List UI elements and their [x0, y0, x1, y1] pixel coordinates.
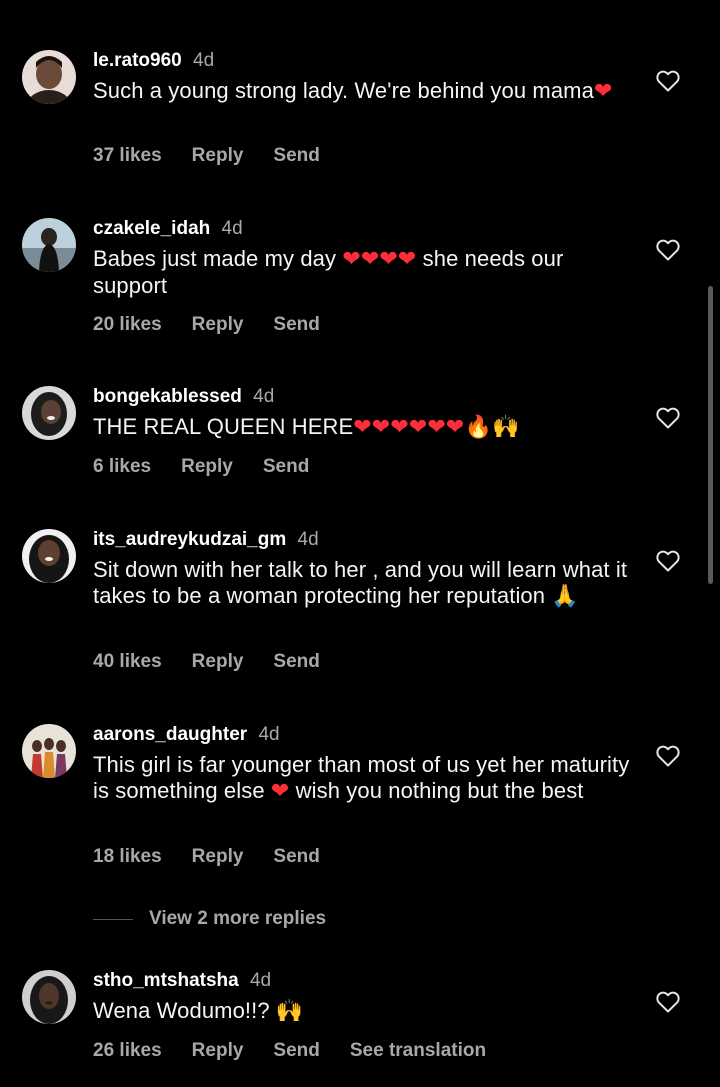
username[interactable]: stho_mtshatsha	[93, 970, 239, 991]
likes-count[interactable]: 26 likes	[93, 1040, 162, 1062]
reply-button[interactable]: Reply	[181, 456, 233, 478]
timestamp: 4d	[249, 970, 272, 991]
comment-actions: 18 likes Reply Send	[93, 846, 320, 868]
likes-count[interactable]: 40 likes	[93, 651, 162, 673]
timestamp: 4d	[297, 529, 319, 550]
heart-emoji: ❤	[270, 779, 290, 804]
likes-count[interactable]: 6 likes	[93, 456, 151, 478]
timestamp: 4d	[258, 724, 280, 745]
comment-actions: 40 likes Reply Send	[93, 651, 320, 673]
username[interactable]: le.rato960	[93, 50, 182, 71]
heart-icon[interactable]	[656, 550, 680, 572]
timestamp: 4d	[253, 386, 275, 407]
raising-hands-emoji: 🙌	[275, 999, 304, 1024]
comment-body: czakele_idah 4d Babes just made my day ❤…	[93, 218, 633, 299]
reply-button[interactable]: Reply	[192, 1040, 244, 1062]
heart-icon[interactable]	[656, 991, 680, 1013]
comment-text: Such a young strong lady. We're behind y…	[93, 78, 613, 104]
send-button[interactable]: Send	[273, 651, 319, 673]
comment-body: aarons_daughter 4d This girl is far youn…	[93, 724, 633, 805]
reply-button[interactable]: Reply	[192, 651, 244, 673]
comment-actions: 6 likes Reply Send	[93, 456, 309, 478]
comment-body: bongekablessed 4d THE REAL QUEEN HERE❤❤❤…	[93, 386, 633, 441]
username[interactable]: czakele_idah	[93, 218, 210, 239]
likes-count[interactable]: 20 likes	[93, 314, 162, 336]
comment-text: THE REAL QUEEN HERE❤❤❤❤❤❤🔥🙌	[93, 414, 520, 440]
divider-line	[93, 918, 133, 920]
see-translation-button[interactable]: See translation	[350, 1040, 486, 1062]
comment-actions: 37 likes Reply Send	[93, 145, 320, 167]
avatar[interactable]	[22, 386, 76, 440]
reply-button[interactable]: Reply	[192, 314, 244, 336]
heart-icon[interactable]	[656, 407, 680, 429]
comment-text: Wena Wodumo!!? 🙌	[93, 998, 304, 1024]
comment-actions: 20 likes Reply Send	[93, 314, 320, 336]
avatar[interactable]	[22, 529, 76, 583]
comment-body: stho_mtshatsha 4d Wena Wodumo!!? 🙌	[93, 970, 633, 1025]
praying-hands-emoji: 🙏	[551, 584, 579, 609]
username[interactable]: its_audreykudzai_gm	[93, 529, 286, 550]
heart-emoji: ❤	[593, 79, 613, 104]
send-button[interactable]: Send	[273, 145, 319, 167]
likes-count[interactable]: 37 likes	[93, 145, 162, 167]
reply-button[interactable]: Reply	[192, 145, 244, 167]
heart-emoji: ❤❤❤❤	[342, 247, 417, 272]
comment-text: This girl is far younger than most of us…	[93, 752, 630, 804]
send-button[interactable]: Send	[263, 456, 309, 478]
heart-icon[interactable]	[656, 70, 680, 92]
comments-screen: le.rato960 4d Such a young strong lady. …	[0, 0, 720, 1087]
comment-text: Babes just made my day ❤❤❤❤ she needs ou…	[93, 246, 564, 298]
comment-body: its_audreykudzai_gm 4d Sit down with her…	[93, 529, 633, 610]
avatar[interactable]	[22, 218, 76, 272]
scrollbar[interactable]	[708, 286, 713, 584]
reply-button[interactable]: Reply	[192, 846, 244, 868]
heart-icon[interactable]	[656, 745, 680, 767]
heart-icon[interactable]	[656, 239, 680, 261]
likes-count[interactable]: 18 likes	[93, 846, 162, 868]
view-more-label: View 2 more replies	[149, 908, 327, 929]
username[interactable]: bongekablessed	[93, 386, 242, 407]
comment-body: le.rato960 4d Such a young strong lady. …	[93, 50, 633, 105]
timestamp: 4d	[193, 50, 215, 71]
avatar[interactable]	[22, 50, 76, 104]
emoji-sequence: ❤❤❤❤❤❤🔥🙌	[353, 415, 520, 440]
comment-text: Sit down with her talk to her , and you …	[93, 557, 628, 609]
send-button[interactable]: Send	[273, 846, 319, 868]
view-more-replies-button[interactable]: View 2 more replies	[93, 908, 326, 930]
username[interactable]: aarons_daughter	[93, 724, 247, 745]
comment-actions: 26 likes Reply Send See translation	[93, 1040, 486, 1062]
avatar[interactable]	[22, 970, 76, 1024]
send-button[interactable]: Send	[273, 314, 319, 336]
timestamp: 4d	[221, 218, 243, 239]
avatar[interactable]	[22, 724, 76, 778]
send-button[interactable]: Send	[273, 1040, 319, 1062]
